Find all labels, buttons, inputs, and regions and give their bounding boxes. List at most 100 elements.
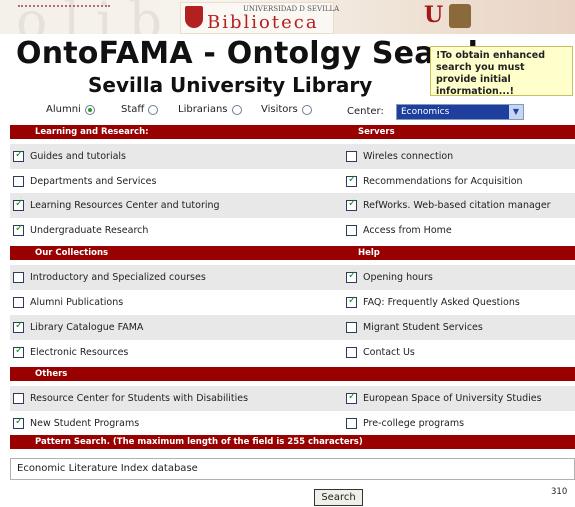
us-logo[interactable]: U [424, 2, 443, 28]
option-access-home[interactable]: Access from Home [346, 218, 452, 243]
checkbox[interactable] [346, 418, 357, 429]
checkbox[interactable] [346, 198, 357, 211]
checkbox[interactable] [13, 272, 24, 283]
option-label: Alumni Publications [30, 297, 124, 308]
option-guides[interactable]: Guides and tutorials [13, 144, 126, 169]
option-label: Pre-college programs [363, 418, 465, 429]
profile-label: Visitors [261, 104, 298, 115]
checkbox[interactable] [13, 198, 24, 211]
checkbox[interactable] [346, 322, 357, 333]
option-label: Opening hours [363, 272, 433, 283]
option-label: Recommendations for Acquisition [363, 176, 523, 187]
option-row: Introductory and Specialized courses Ope… [10, 265, 575, 290]
profile-alumni[interactable]: Alumni [46, 104, 95, 115]
checkbox[interactable] [13, 416, 24, 429]
option-refworks[interactable]: RefWorks. Web-based citation manager [346, 193, 551, 218]
checkbox[interactable] [13, 176, 24, 187]
option-pre-college[interactable]: Pre-college programs [346, 411, 464, 436]
option-row: Guides and tutorials Wireles connection [10, 144, 575, 169]
pattern-search-input[interactable]: Economic Literature Index database [10, 458, 575, 480]
header-banner: olib ca UNIVERSIDAD D SEVILLA Biblioteca… [0, 0, 575, 34]
section-header-collections: Our Collections Help [10, 246, 575, 260]
option-label: Electronic Resources [30, 347, 129, 358]
profile-librarians[interactable]: Librarians [178, 104, 242, 115]
profile-label: Alumni [46, 104, 81, 115]
option-label: Resource Center for Students with Disabi… [30, 393, 249, 404]
option-learning-resources[interactable]: Learning Resources Center and tutoring [13, 193, 220, 218]
checkbox[interactable] [13, 149, 24, 162]
visitors-radio[interactable] [301, 104, 312, 115]
option-catalogue[interactable]: Library Catalogue FAMA [13, 315, 143, 340]
biblioteca-logo[interactable]: UNIVERSIDAD D SEVILLA Biblioteca [180, 2, 339, 34]
section-title-right: Servers [358, 127, 395, 137]
checkbox[interactable] [13, 223, 24, 236]
staff-radio[interactable] [148, 104, 159, 115]
profile-visitors[interactable]: Visitors [261, 104, 312, 115]
option-migrant[interactable]: Migrant Student Services [346, 315, 483, 340]
option-label: RefWorks. Web-based citation manager [363, 200, 551, 211]
option-introductory[interactable]: Introductory and Specialized courses [13, 265, 206, 290]
option-electronic[interactable]: Electronic Resources [13, 340, 128, 365]
character-count: 310 [551, 487, 568, 497]
checkbox[interactable] [346, 174, 357, 187]
option-label: Learning Resources Center and tutoring [30, 200, 220, 211]
librarians-radio[interactable] [231, 104, 242, 115]
option-label: Library Catalogue FAMA [30, 322, 144, 333]
option-opening-hours[interactable]: Opening hours [346, 265, 433, 290]
option-alumni-publications[interactable]: Alumni Publications [13, 290, 123, 315]
checkbox[interactable] [13, 345, 24, 358]
alumni-radio[interactable] [84, 104, 95, 115]
checkbox[interactable] [346, 391, 357, 404]
option-recommendations[interactable]: Recommendations for Acquisition [346, 169, 523, 194]
option-label: Access from Home [363, 225, 452, 236]
center-select[interactable]: Economics ▼ [396, 104, 524, 120]
option-row: Resource Center for Students with Disabi… [10, 386, 575, 411]
chevron-down-icon[interactable]: ▼ [509, 105, 523, 119]
checkbox[interactable] [346, 225, 357, 236]
section-title-right: Help [358, 248, 380, 258]
option-label: Guides and tutorials [30, 151, 126, 162]
checkbox[interactable] [13, 320, 24, 333]
checkbox[interactable] [13, 393, 24, 404]
checkbox[interactable] [346, 151, 357, 162]
checkbox[interactable] [346, 270, 357, 283]
option-row: Departments and Services Recommendations… [10, 169, 575, 194]
section-header-learning: Learning and Research: Servers [10, 125, 575, 139]
option-label: Departments and Services [30, 176, 157, 187]
page-subtitle: Sevilla University Library [88, 73, 373, 97]
option-disabilities[interactable]: Resource Center for Students with Disabi… [13, 386, 248, 411]
option-row: Library Catalogue FAMA Migrant Student S… [10, 315, 575, 340]
profile-filters: Alumni Staff Librarians Visitors Center:… [0, 104, 575, 122]
section-title-left: Others [35, 369, 68, 379]
search-button[interactable]: Search [314, 489, 363, 506]
option-departments[interactable]: Departments and Services [13, 169, 156, 194]
option-row: Electronic Resources Contact Us [10, 340, 575, 365]
option-faq[interactable]: FAQ: Frequently Asked Questions [346, 290, 520, 315]
option-label: Migrant Student Services [363, 322, 483, 333]
seal-icon [449, 4, 471, 28]
option-european-space[interactable]: European Space of University Studies [346, 386, 542, 411]
option-row: Undergraduate Research Access from Home [10, 218, 575, 243]
option-row: Alumni Publications FAQ: Frequently Aske… [10, 290, 575, 315]
option-row: New Student Programs Pre-college program… [10, 411, 575, 436]
profile-label: Staff [121, 104, 145, 115]
checkbox[interactable] [13, 297, 24, 308]
banner-dots [18, 5, 110, 7]
option-label: Introductory and Specialized courses [30, 272, 206, 283]
profile-staff[interactable]: Staff [121, 104, 159, 115]
section-header-others: Others [10, 367, 575, 381]
section-title-left: Our Collections [35, 248, 109, 258]
option-label: New Student Programs [30, 418, 140, 429]
option-contact[interactable]: Contact Us [346, 340, 415, 365]
option-label: Contact Us [363, 347, 415, 358]
shield-icon [185, 6, 203, 28]
option-wireless[interactable]: Wireles connection [346, 144, 453, 169]
option-label: Undergraduate Research [30, 225, 149, 236]
option-undergraduate[interactable]: Undergraduate Research [13, 218, 148, 243]
center-value: Economics [401, 107, 450, 117]
checkbox[interactable] [346, 295, 357, 308]
library-label: Biblioteca [207, 12, 319, 33]
page-title: OntoFAMA - Ontolgy Search [16, 36, 490, 71]
option-new-students[interactable]: New Student Programs [13, 411, 139, 436]
checkbox[interactable] [346, 347, 357, 358]
